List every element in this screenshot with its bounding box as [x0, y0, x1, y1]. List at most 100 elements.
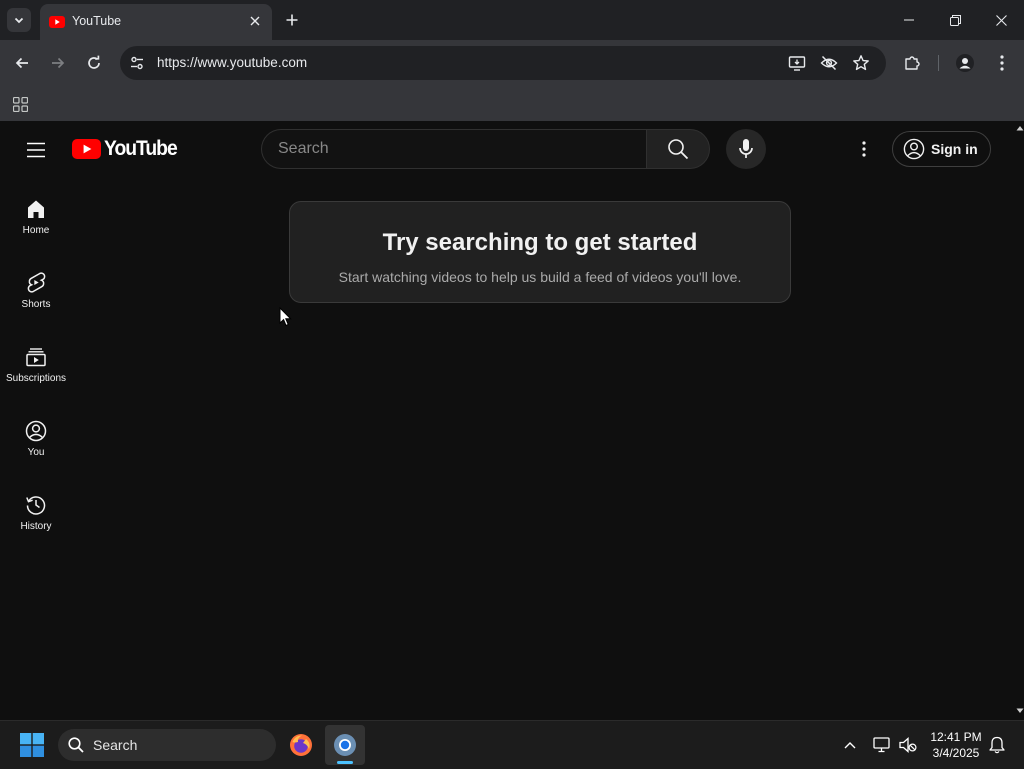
tab-youtube[interactable]: YouTube	[40, 4, 272, 40]
back-button[interactable]	[10, 51, 34, 75]
network-status-button[interactable]	[872, 735, 892, 755]
home-icon	[28, 200, 44, 218]
close-icon	[250, 16, 260, 26]
star-icon	[853, 55, 869, 71]
toolbar-divider	[938, 55, 939, 71]
tab-search-button[interactable]	[7, 8, 31, 32]
you-icon	[25, 420, 47, 442]
tab-title: YouTube	[72, 14, 122, 28]
more-vert-icon	[1000, 55, 1004, 71]
windows-logo-icon	[20, 733, 44, 757]
plus-icon	[286, 14, 298, 26]
mouse-cursor-icon	[279, 307, 292, 327]
profile-icon	[956, 54, 974, 72]
bookmark-star-button[interactable]	[852, 54, 870, 72]
clock-time: 12:41 PM	[930, 730, 982, 744]
start-button[interactable]	[16, 729, 48, 761]
browser-menu-button[interactable]	[990, 51, 1014, 75]
volume-button[interactable]	[898, 735, 918, 755]
guide-item-label: You	[27, 447, 45, 458]
subscriptions-icon	[26, 348, 46, 367]
taskbar-clock[interactable]: 12:41 PM 3/4/2025	[926, 729, 986, 761]
show-hidden-icons-button[interactable]	[840, 735, 860, 755]
guide-item-shorts[interactable]: Shorts	[0, 251, 72, 325]
chrome-icon	[334, 734, 356, 756]
install-app-button[interactable]	[788, 54, 806, 72]
address-bar[interactable]: https://www.youtube.com	[120, 46, 886, 80]
settings-more-button[interactable]	[852, 137, 876, 161]
new-tab-button[interactable]	[282, 10, 302, 30]
arrow-right-icon	[52, 57, 65, 69]
guide-item-subscriptions[interactable]: Subscriptions	[0, 325, 72, 399]
taskbar-search-box[interactable]: Search	[58, 729, 276, 761]
guide-item-label: Subscriptions	[5, 373, 67, 384]
guide-menu-button[interactable]	[24, 138, 48, 162]
minimize-button[interactable]	[897, 8, 921, 32]
search-placeholder: Search	[278, 140, 329, 157]
install-app-icon	[788, 56, 806, 71]
guide-item-home[interactable]: Home	[0, 177, 72, 251]
volume-muted-icon	[899, 737, 917, 753]
prompt-heading: Try searching to get started	[382, 229, 698, 256]
voice-search-button[interactable]	[726, 129, 766, 169]
windows-taskbar: Search 12:41 PM 3/4/2025	[0, 720, 1024, 769]
guide-item-you[interactable]: You	[0, 399, 72, 473]
youtube-logo-text: YouTube	[104, 137, 178, 160]
active-app-indicator	[337, 761, 353, 764]
scroll-down-arrow-icon[interactable]	[1016, 708, 1024, 714]
taskbar-firefox[interactable]	[281, 725, 321, 765]
extensions-button[interactable]	[900, 51, 924, 75]
arrow-left-icon	[15, 57, 28, 69]
search-icon	[68, 737, 84, 753]
site-info-icon[interactable]	[128, 54, 146, 72]
reload-button[interactable]	[82, 51, 106, 75]
eye-off-icon	[820, 55, 838, 71]
history-icon	[26, 496, 46, 515]
guide-item-label: Shorts	[21, 299, 51, 310]
tracking-protection-button[interactable]	[820, 54, 838, 72]
sign-in-label: Sign in	[931, 141, 978, 157]
puzzle-icon	[905, 56, 920, 70]
chevron-down-icon	[14, 17, 24, 24]
guide-sidebar: Home Shorts Subscriptions You History	[0, 177, 72, 720]
minimize-icon	[904, 19, 914, 21]
youtube-favicon-icon	[49, 16, 65, 28]
restore-icon	[949, 14, 961, 26]
page-scrollbar[interactable]	[1016, 121, 1024, 720]
guide-item-label: Home	[22, 225, 50, 236]
forward-button[interactable]	[46, 51, 70, 75]
reload-icon	[88, 55, 100, 69]
search-icon	[668, 139, 689, 160]
window-close-button[interactable]	[989, 8, 1013, 32]
youtube-search-input[interactable]: Search	[261, 129, 646, 169]
youtube-logo-icon	[72, 139, 101, 159]
bookmarks-bar	[0, 86, 1024, 121]
restore-button[interactable]	[943, 8, 967, 32]
more-vert-icon	[862, 141, 866, 157]
guide-item-label: History	[20, 521, 52, 532]
chevron-up-icon	[844, 742, 856, 749]
apps-grid-icon	[12, 96, 28, 112]
profile-button[interactable]	[953, 51, 977, 75]
hamburger-menu-icon	[27, 142, 45, 158]
apps-button[interactable]	[10, 94, 30, 114]
feed-empty-prompt: Try searching to get started Start watch…	[289, 201, 791, 303]
youtube-logo[interactable]: YouTube	[72, 137, 183, 160]
notifications-button[interactable]	[987, 735, 1007, 755]
youtube-search-button[interactable]	[646, 129, 710, 169]
prompt-subtext: Start watching videos to help us build a…	[338, 269, 742, 285]
url-text[interactable]: https://www.youtube.com	[157, 55, 307, 70]
browser-tab-strip: YouTube	[0, 0, 1024, 40]
network-monitor-icon	[873, 737, 890, 753]
shorts-icon	[27, 272, 46, 293]
firefox-icon	[290, 734, 312, 756]
account-circle-icon	[903, 138, 925, 160]
close-icon	[995, 14, 1007, 26]
taskbar-chrome[interactable]	[325, 725, 365, 765]
sign-in-button[interactable]: Sign in	[892, 131, 991, 167]
clock-date: 3/4/2025	[932, 746, 980, 760]
guide-item-history[interactable]: History	[0, 473, 72, 547]
scroll-up-arrow-icon[interactable]	[1016, 125, 1024, 131]
microphone-icon	[739, 139, 753, 158]
tab-close-button[interactable]	[247, 13, 263, 29]
